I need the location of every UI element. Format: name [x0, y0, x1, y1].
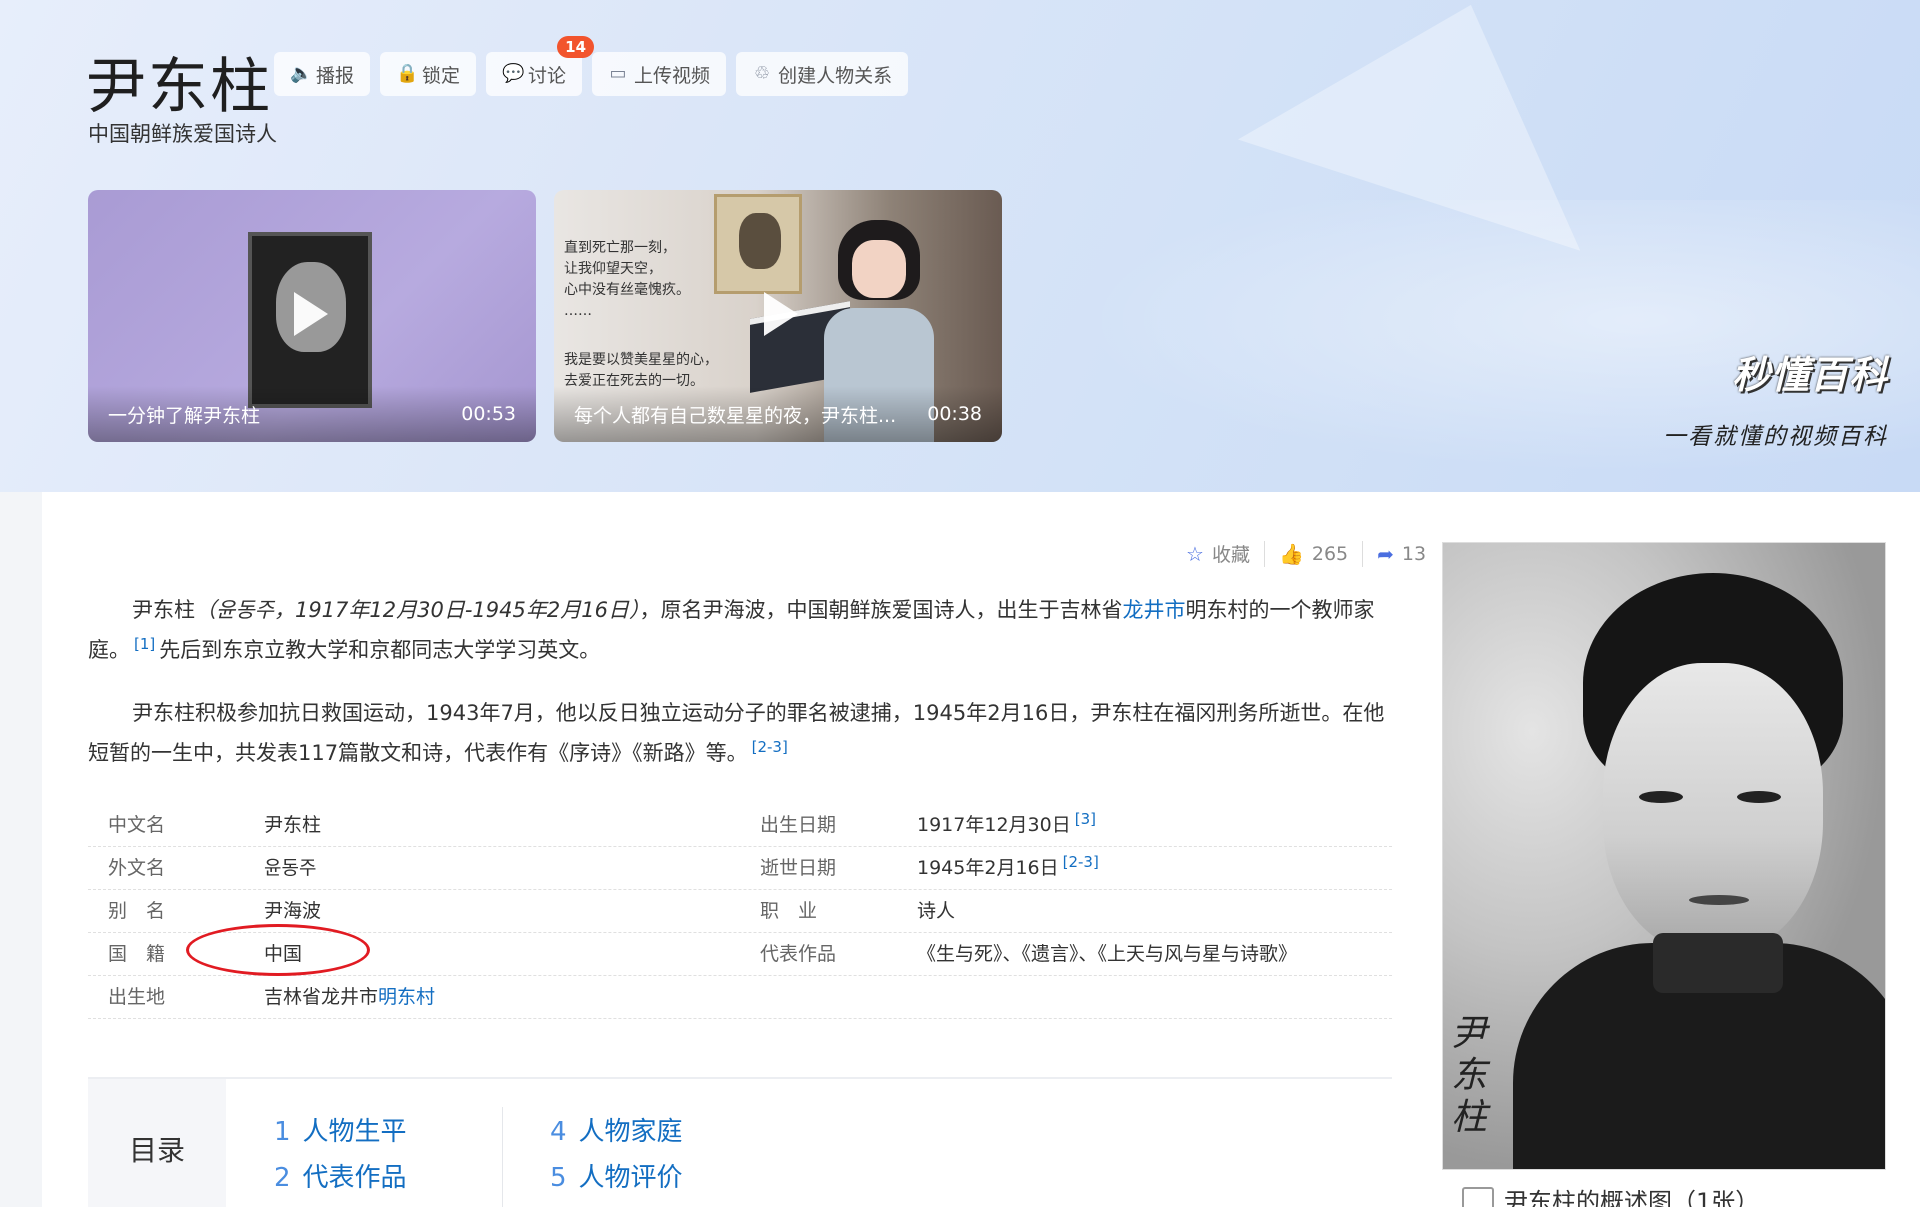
- annotation-ring: [186, 924, 370, 976]
- info-value: 尹东柱: [264, 814, 322, 836]
- relation-icon: ♲: [753, 63, 771, 84]
- intro-name: 尹东柱: [132, 598, 195, 622]
- chat-icon: 💬: [502, 63, 525, 84]
- favorite-button[interactable]: ☆ 收藏: [1172, 540, 1264, 567]
- brand-logo: 秒懂百科: [1731, 353, 1888, 397]
- info-key: 中文名: [108, 814, 166, 836]
- favorite-label: 收藏: [1211, 544, 1250, 566]
- brand-slogan: 一看就懂的视频百科: [1663, 424, 1888, 450]
- video-title: 一分钟了解尹东柱: [108, 404, 261, 427]
- reference-link[interactable]: [2-3]: [748, 738, 792, 756]
- video-duration: 00:53: [461, 403, 516, 425]
- share-icon: ➦: [1377, 541, 1394, 566]
- broadcast-button[interactable]: 🔈 播报: [274, 52, 371, 96]
- video-card[interactable]: 一分钟了解尹东柱 00:53: [88, 190, 536, 442]
- info-value: 诗人: [917, 900, 956, 922]
- intro-paragraph: 尹东柱积极参加抗日救国运动，1943年7月，他以反日独立运动分子的罪名被逮捕，1…: [88, 693, 1388, 773]
- video-caption: 一分钟了解尹东柱 00:53: [88, 386, 536, 442]
- info-box: 中文名 尹东柱 出生日期 1917年12月30日 [3] 外文名 윤동주 逝世日期…: [88, 804, 1392, 1019]
- intro-dates: （윤동주，1917年12月30日-1945年2月16日）: [195, 598, 640, 622]
- video-duration: 00:38: [927, 403, 982, 425]
- stamp-image: [714, 194, 802, 294]
- video-caption: 每个人都有自己数星星的夜，尹东柱... 00:38: [554, 386, 1002, 442]
- divider: [502, 1107, 503, 1207]
- discuss-label: 讨论: [528, 64, 567, 87]
- discuss-count-badge: 14: [557, 36, 595, 58]
- upload-video-label: 上传视频: [634, 64, 711, 87]
- toc-column: 4 人物家庭 5 人物评价: [550, 1109, 683, 1201]
- discuss-button[interactable]: 💬 讨论 14: [486, 36, 595, 96]
- share-count: 13: [1401, 542, 1427, 565]
- intro-text: 先后到东京立教大学和京都同志大学学习英文。: [159, 638, 601, 662]
- info-key: 国 籍: [108, 943, 166, 965]
- create-relation-button[interactable]: ♲ 创建人物关系: [736, 52, 909, 96]
- lock-icon: 🔒: [396, 63, 419, 84]
- info-key: 外文名: [108, 857, 166, 879]
- info-value: 1917年12月30日 [3]: [917, 804, 1100, 847]
- create-relation-label: 创建人物关系: [778, 64, 893, 87]
- like-count: 265: [1311, 542, 1349, 565]
- upload-video-button[interactable]: ▭ 上传视频: [592, 52, 727, 96]
- action-bar: 🔈 播报 🔒 锁定 💬 讨论 14 ▭ 上传视频 ♲ 创建人物关系: [274, 36, 909, 96]
- toc-item[interactable]: 2 代表作品: [274, 1155, 407, 1201]
- intro-text: ，原名尹海波，中国朝鲜族爱国诗人，出生于吉林省: [639, 598, 1123, 622]
- page-subtitle: 中国朝鲜族爱国诗人: [88, 122, 277, 146]
- info-key: 出生地: [108, 986, 166, 1008]
- reference-link[interactable]: [3]: [1071, 810, 1100, 828]
- lock-button[interactable]: 🔒 锁定: [380, 52, 477, 96]
- info-key: 逝世日期: [760, 857, 837, 879]
- info-value: 《生与死》、《遗言》、《上天与风与星与诗歌》: [917, 943, 1298, 965]
- toc-title: 目录: [88, 1079, 226, 1207]
- like-button[interactable]: 👍 265: [1265, 542, 1362, 566]
- page-title: 尹东柱: [86, 52, 272, 122]
- info-value: 1945年2月16日 [2-3]: [917, 847, 1103, 890]
- broadcast-label: 播报: [316, 64, 355, 87]
- video-overlay-text: 直到死亡那一刻， 让我仰望天空， 心中没有丝毫愧疚。 ……: [564, 240, 690, 319]
- video-card[interactable]: 直到死亡那一刻， 让我仰望天空， 心中没有丝毫愧疚。 …… 我是要以赞美星星的心…: [554, 190, 1002, 442]
- info-row: 中文名 尹东柱 出生日期 1917年12月30日 [3]: [88, 804, 1392, 847]
- info-key: 职 业: [760, 900, 818, 922]
- table-of-contents: 目录 1 人物生平 2 代表作品 4 人物家庭 5 人物评价: [88, 1077, 1392, 1207]
- toc-item[interactable]: 1 人物生平: [274, 1109, 407, 1155]
- toc-item[interactable]: 4 人物家庭: [550, 1109, 683, 1155]
- image-caption-text: 尹东柱的概述图（1张）: [1504, 1188, 1760, 1207]
- star-icon: ☆: [1186, 541, 1204, 566]
- play-icon[interactable]: [294, 292, 328, 336]
- intro-paragraph: 尹东柱（윤동주，1917年12月30日-1945年2月16日），原名尹海波，中国…: [88, 590, 1388, 670]
- video-title: 每个人都有自己数星星的夜，尹东柱...: [574, 404, 897, 427]
- image-icon: [1462, 1186, 1494, 1207]
- image-caption[interactable]: 尹东柱的概述图（1张）: [1462, 1182, 1759, 1207]
- village-link[interactable]: 明东村: [378, 986, 435, 1008]
- intro-text: 尹东柱积极参加抗日救国运动，1943年7月，他以反日独立运动分子的罪名被逮捕，1…: [88, 701, 1385, 765]
- lock-label: 锁定: [422, 64, 461, 87]
- reference-link[interactable]: [1]: [130, 635, 159, 653]
- info-row: 外文名 윤동주 逝世日期 1945年2月16日 [2-3]: [88, 847, 1392, 890]
- info-value: 윤동주: [264, 857, 317, 879]
- toc-column: 1 人物生平 2 代表作品: [274, 1109, 407, 1201]
- handwritten-signature: 尹东柱: [1451, 1013, 1488, 1138]
- thumbs-up-icon: 👍: [1278, 541, 1304, 566]
- video-icon: ▭: [609, 63, 627, 84]
- toc-item[interactable]: 5 人物评价: [550, 1155, 683, 1201]
- info-value: 吉林省龙井市明东村: [264, 986, 436, 1008]
- brand-block: 秒懂百科 一看就懂的视频百科: [1663, 344, 1888, 451]
- info-key: 代表作品: [760, 943, 837, 965]
- share-button[interactable]: ➦ 13: [1363, 542, 1440, 566]
- overview-image[interactable]: 尹东柱: [1442, 542, 1886, 1170]
- info-key: 出生日期: [760, 814, 837, 836]
- speaker-icon: 🔈: [290, 63, 313, 84]
- play-icon[interactable]: [764, 292, 798, 336]
- info-row: 出生地 吉林省龙井市明东村: [88, 976, 1392, 1019]
- city-link[interactable]: 龙井市: [1122, 598, 1185, 622]
- reference-link[interactable]: [2-3]: [1059, 853, 1103, 871]
- stats-bar: ☆ 收藏 👍 265 ➦ 13: [1172, 540, 1440, 567]
- info-key: 别 名: [108, 900, 166, 922]
